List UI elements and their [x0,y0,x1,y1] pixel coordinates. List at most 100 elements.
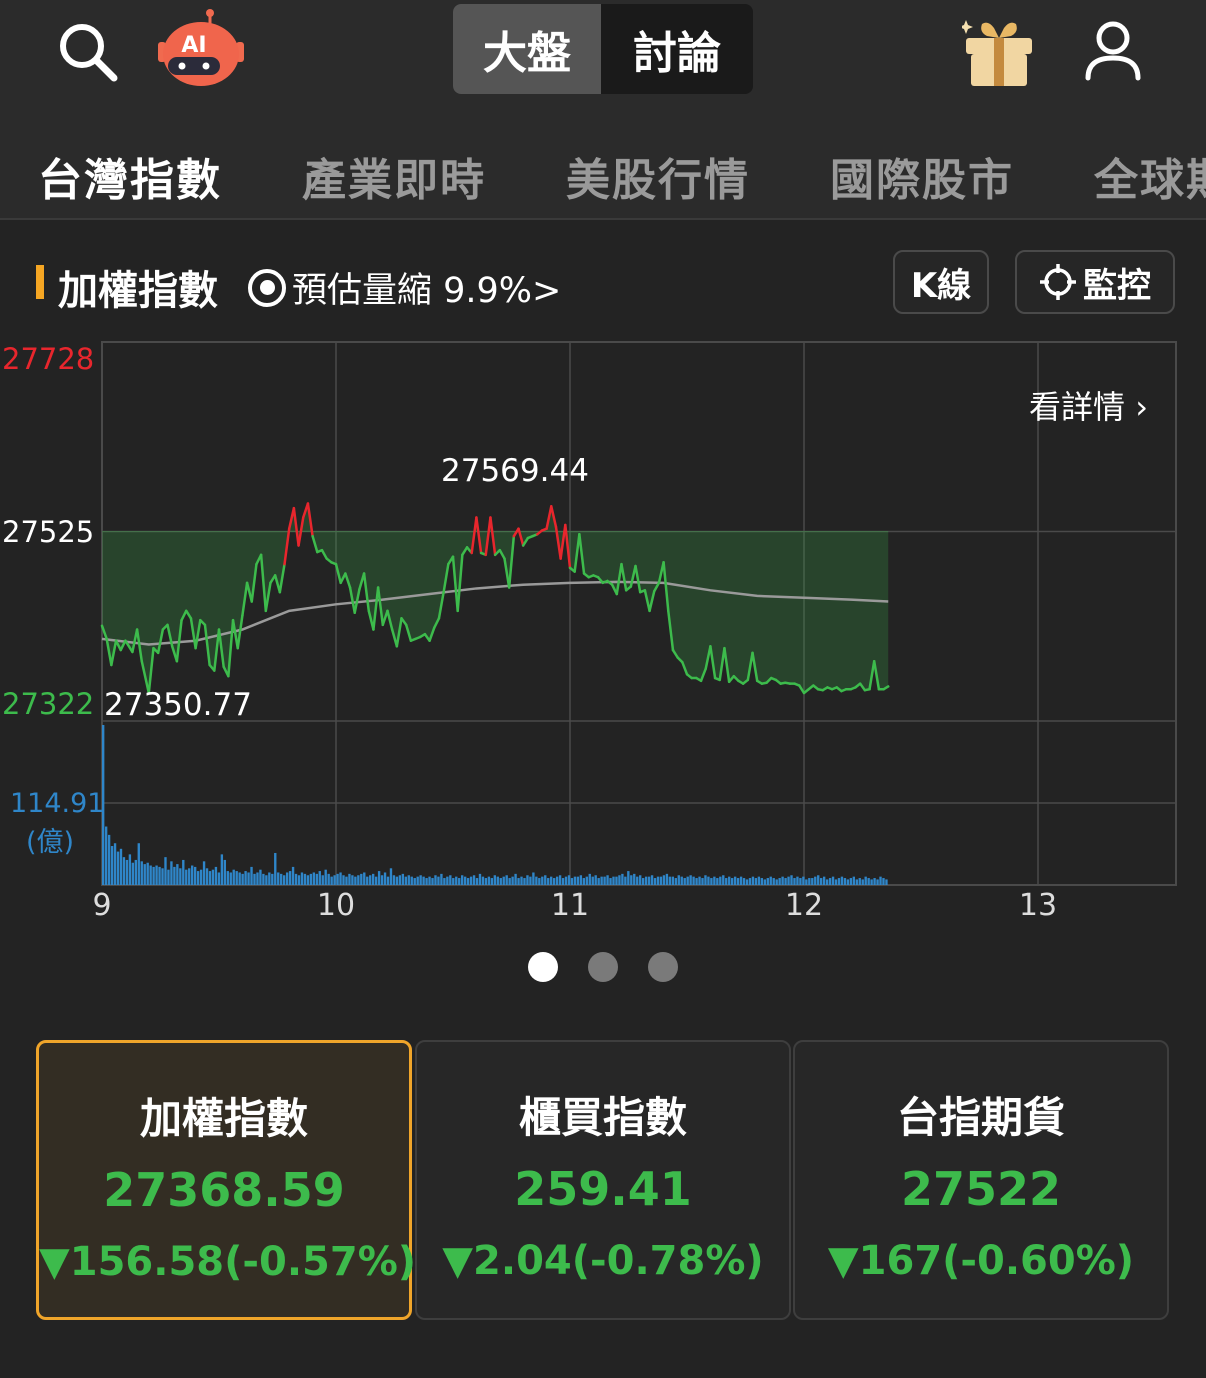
volume-bar [579,875,583,885]
volume-bar [609,878,612,885]
index-title: 加權指數 [58,268,218,314]
volume-bar [282,875,286,885]
volume-bar [407,875,410,885]
segment-tab-market[interactable]: 大盤 [453,4,601,94]
y-label-high: 27728 [2,342,95,376]
user-icon[interactable] [1082,20,1144,82]
volume-bar [597,878,600,885]
volume-bar [567,875,571,885]
volume-bar [458,878,461,885]
index-card-futures[interactable]: 台指期貨 27522 ▼167(-0.60%) [793,1040,1169,1320]
volume-bar [131,862,135,885]
volume-bar [146,862,149,885]
tab-us-stocks[interactable]: 美股行情 [566,144,750,208]
volume-bar [238,872,241,885]
volume-bar [220,854,224,885]
volume-bar [339,872,342,885]
volume-bar [615,876,618,885]
volume-bar [104,826,108,885]
card-value: 27368.59 [103,1163,345,1217]
index-card-taiex[interactable]: 加權指數 27368.59 ▼156.58(-0.57%) [36,1040,417,1320]
volume-bar [137,843,140,885]
volume-bar [618,875,621,885]
volume-bar [561,878,565,885]
volume-bar [223,859,227,885]
index-card-otc[interactable]: 櫃買指數 259.41 ▼2.04(-0.78%) [415,1040,791,1320]
volume-bar [728,876,731,885]
volume-bar [265,875,268,885]
volume-bar [164,857,167,885]
tab-global-futures[interactable]: 全球期 [1094,144,1206,208]
volume-bar [671,876,675,885]
volume-bar [725,878,728,885]
volume-bar [140,861,143,885]
volume-bar [277,872,280,885]
volume-bar [122,857,126,885]
volume-bar [754,878,758,885]
volume-bar [188,868,191,885]
volume-bar [704,875,707,885]
volume-bar [303,873,307,885]
volume-bar [535,876,538,885]
volume-bar [576,876,580,885]
segment-tab-discussion[interactable]: 討論 [603,4,751,94]
tab-international-markets[interactable]: 國際股市 [830,144,1014,208]
volume-bar [523,878,526,885]
volume-bar [404,876,407,885]
volume-bar [787,876,790,885]
monitor-button[interactable]: 監控 [1015,250,1175,314]
volume-bar [502,876,505,885]
card-change: ▼156.58(-0.57%) [39,1239,417,1285]
volume-bar [636,876,639,885]
volume-bar [363,872,366,885]
volume-bar [191,865,194,885]
ai-badge-text: AI [181,33,206,58]
intraday-chart[interactable]: 27728 27525 27322 27350.77 27569.44 114.… [0,330,1206,940]
volume-bar [336,873,339,885]
volume-estimate-link[interactable]: 預估量縮 9.9%> [248,262,561,313]
volume-bar [107,834,111,885]
volume-bar [529,876,532,885]
volume-bar [564,876,568,885]
volume-bar [481,876,485,885]
volume-bar [511,876,514,885]
page-dot[interactable] [588,952,618,982]
volume-bar [846,879,850,885]
ai-robot-icon[interactable]: AI [154,8,248,88]
volume-bar [380,875,384,885]
tab-taiwan-index[interactable]: 台灣指數 [38,144,222,208]
card-value: 27522 [900,1162,1062,1216]
volume-bar [416,876,419,885]
page-dot[interactable] [528,952,558,982]
volume-bar [778,878,781,885]
page-dot[interactable] [648,952,678,982]
volume-bar [351,875,354,885]
volume-bar [840,876,844,885]
volume-bar [855,879,858,885]
volume-bar [377,871,381,885]
volume-bar [300,872,304,885]
volume-bar [383,872,387,885]
volume-bar [517,878,520,885]
tab-industry-realtime[interactable]: 產業即時 [302,144,486,208]
volume-bar [612,876,615,885]
volume-bar [170,861,173,885]
gift-icon[interactable] [959,18,1036,90]
volume-bar [644,876,648,885]
volume-bar [466,878,470,885]
volume-bar [321,875,324,885]
kline-button[interactable]: K線 [893,250,989,314]
volume-bar [852,876,856,885]
chart-pagination [0,952,1206,982]
volume-bar [185,869,188,885]
view-details-link[interactable]: 看詳情 › [1029,382,1148,428]
volume-bar [757,876,761,885]
index-header: 加權指數 預估量縮 9.9%> K線 監控 [0,240,1206,330]
volume-bar [603,876,606,885]
search-icon[interactable] [56,20,120,84]
volume-bar [369,875,372,885]
volume-bar [739,876,743,885]
volume-bar [208,871,212,885]
volume-bar [659,876,663,885]
volume-bar [745,879,749,885]
